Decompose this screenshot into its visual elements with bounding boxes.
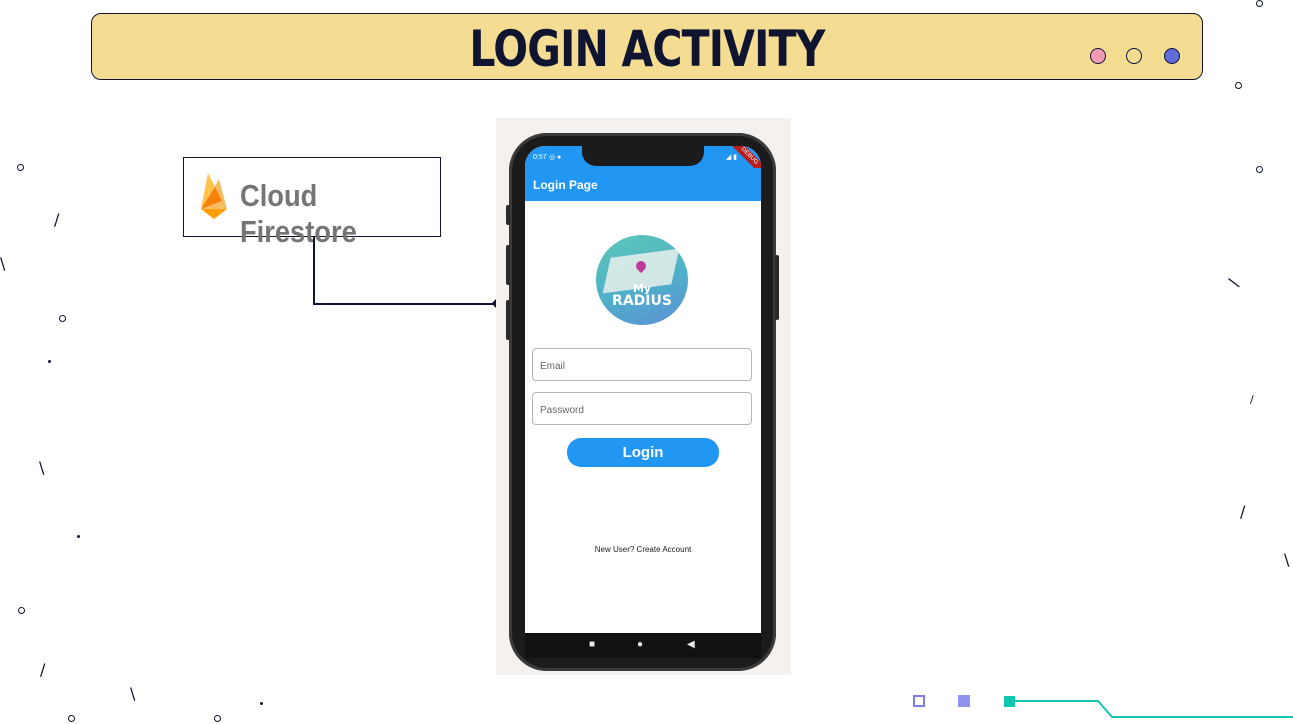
decor-slash: /	[1250, 393, 1254, 406]
cloud-firestore-label: Cloud Firestore	[240, 178, 357, 249]
phone-side-button	[506, 245, 510, 285]
decor-square-outline	[913, 695, 925, 707]
page-title: LOGIN ACTIVITY	[469, 20, 825, 78]
decor-slash: \	[1226, 273, 1242, 292]
decor-ring	[1256, 0, 1263, 7]
logo-text: My RADIUS	[596, 283, 688, 309]
decor-ring	[68, 715, 75, 722]
app-bar: Login Page	[525, 168, 761, 201]
decor-slash: \	[39, 458, 45, 477]
password-field[interactable]: Password	[532, 392, 752, 425]
phone-side-button	[775, 255, 779, 320]
connector-line	[313, 303, 496, 305]
decor-dot	[77, 535, 80, 538]
decor-ring	[214, 715, 221, 722]
decor-teal-line	[1010, 700, 1293, 718]
password-placeholder: Password	[540, 405, 584, 416]
phone-side-button	[506, 205, 510, 225]
window-dot-yellow	[1126, 48, 1142, 64]
window-dot-blue	[1164, 48, 1180, 64]
android-nav-bar: ■ ● ◀	[525, 633, 761, 658]
email-placeholder: Email	[540, 361, 566, 372]
recents-square-icon[interactable]: ■	[589, 640, 595, 650]
decor-ring	[1235, 82, 1242, 89]
phone-side-button	[506, 300, 510, 340]
phone-screen: 0:57 ◎ ● ◢ ▮ DEBUG Login Page My RADIUS …	[525, 146, 761, 658]
phone-notch	[582, 146, 704, 166]
decor-slash: \	[1284, 550, 1290, 569]
title-banner: LOGIN ACTIVITY	[91, 13, 1203, 80]
logo-text-radius: RADIUS	[612, 293, 672, 309]
connector-line	[313, 237, 315, 304]
signal-battery-icon: ◢ ▮	[725, 154, 737, 161]
window-dot-pink	[1090, 48, 1106, 64]
decor-slash: /	[1240, 502, 1246, 521]
my-radius-logo: My RADIUS	[596, 235, 688, 325]
decor-slash: /	[40, 660, 46, 679]
decor-dot	[260, 702, 263, 705]
back-triangle-icon[interactable]: ◀	[687, 640, 695, 650]
login-button[interactable]: Login	[567, 438, 719, 467]
decor-slash: /	[54, 210, 60, 229]
create-account-link[interactable]: New User? Create Account	[525, 545, 761, 554]
app-bar-title: Login Page	[533, 178, 598, 192]
status-time: 0:57	[533, 154, 547, 161]
home-circle-icon[interactable]: ●	[637, 640, 643, 650]
decor-slash: \	[130, 684, 136, 703]
decor-square-filled	[958, 695, 970, 707]
status-icons: ◎ ●	[549, 154, 562, 161]
decor-ring	[17, 164, 24, 171]
firebase-flame-icon	[201, 173, 227, 219]
decor-ring	[18, 607, 25, 614]
decor-dot	[48, 360, 51, 363]
decor-slash: \	[0, 254, 6, 273]
decor-ring	[59, 315, 66, 322]
decor-ring	[1256, 166, 1263, 173]
cloud-firestore-callout: Cloud Firestore	[183, 157, 441, 249]
email-field[interactable]: Email	[532, 348, 752, 381]
